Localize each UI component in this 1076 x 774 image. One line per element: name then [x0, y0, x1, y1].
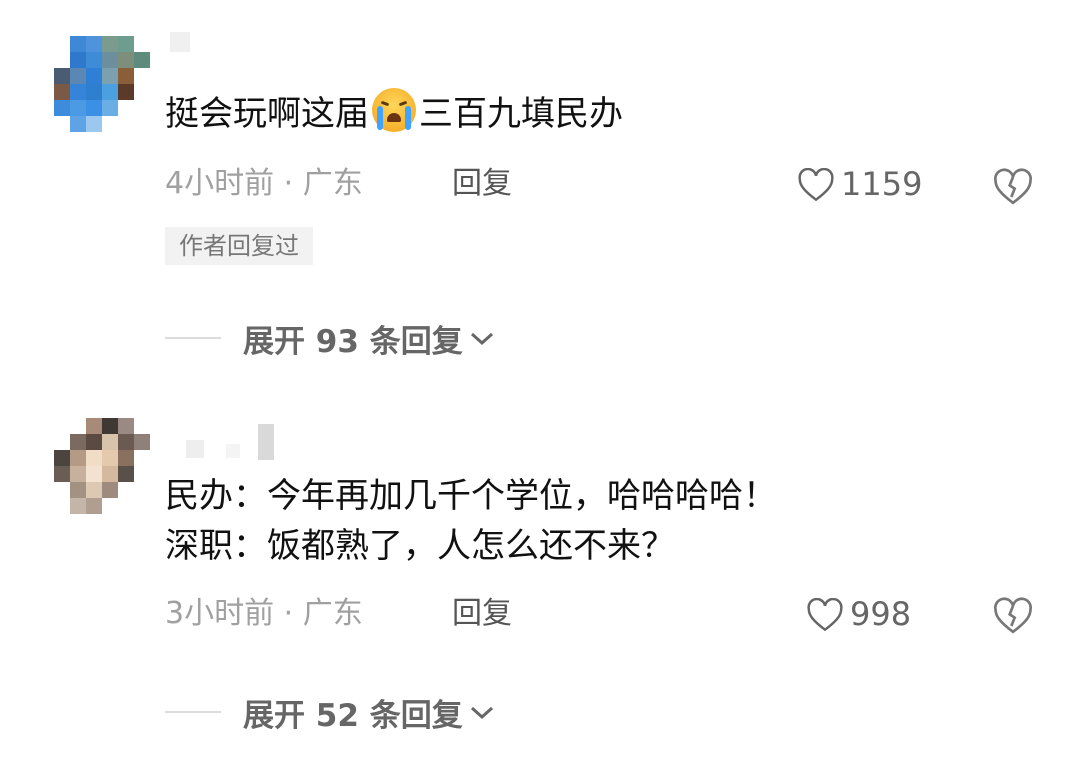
username-blurred[interactable] [186, 424, 296, 460]
comment-text: 挺会玩啊这届 三百九填民办 [165, 86, 623, 142]
comment-time-location: 4小时前 · 广东 [165, 166, 363, 201]
comment-text-line: 民办：今年再加几千个学位，哈哈哈哈！ [165, 476, 777, 516]
crying-face-icon [372, 88, 416, 132]
expand-replies-label: 展开 93 条回复 [243, 323, 463, 360]
expand-replies-button[interactable]: 展开 52 条回复 [165, 690, 495, 734]
broken-heart-icon[interactable] [993, 167, 1033, 207]
avatar[interactable] [54, 418, 150, 530]
comment-text-line: 深职：饭都熟了，人怎么还不来？ [165, 526, 675, 566]
expand-replies-button[interactable]: 展开 93 条回复 [165, 316, 495, 360]
divider [165, 337, 221, 339]
username-blurred[interactable] [170, 32, 210, 52]
reply-button[interactable]: 回复 [452, 594, 512, 634]
chevron-down-icon [470, 706, 493, 720]
author-replied-badge: 作者回复过 [165, 227, 313, 265]
expand-replies-label: 展开 52 条回复 [243, 697, 463, 734]
heart-outline-icon [807, 597, 843, 632]
avatar[interactable] [54, 36, 150, 148]
broken-heart-icon[interactable] [993, 596, 1033, 636]
like-button[interactable]: 1159 [797, 164, 922, 204]
heart-outline-icon [798, 167, 834, 202]
chevron-down-icon [470, 332, 493, 346]
like-count: 998 [850, 595, 912, 633]
like-button[interactable]: 998 [806, 594, 911, 634]
like-count: 1159 [841, 165, 923, 203]
reply-button[interactable]: 回复 [452, 164, 512, 204]
divider [165, 711, 221, 713]
comment-time-location: 3小时前 · 广东 [165, 596, 363, 631]
